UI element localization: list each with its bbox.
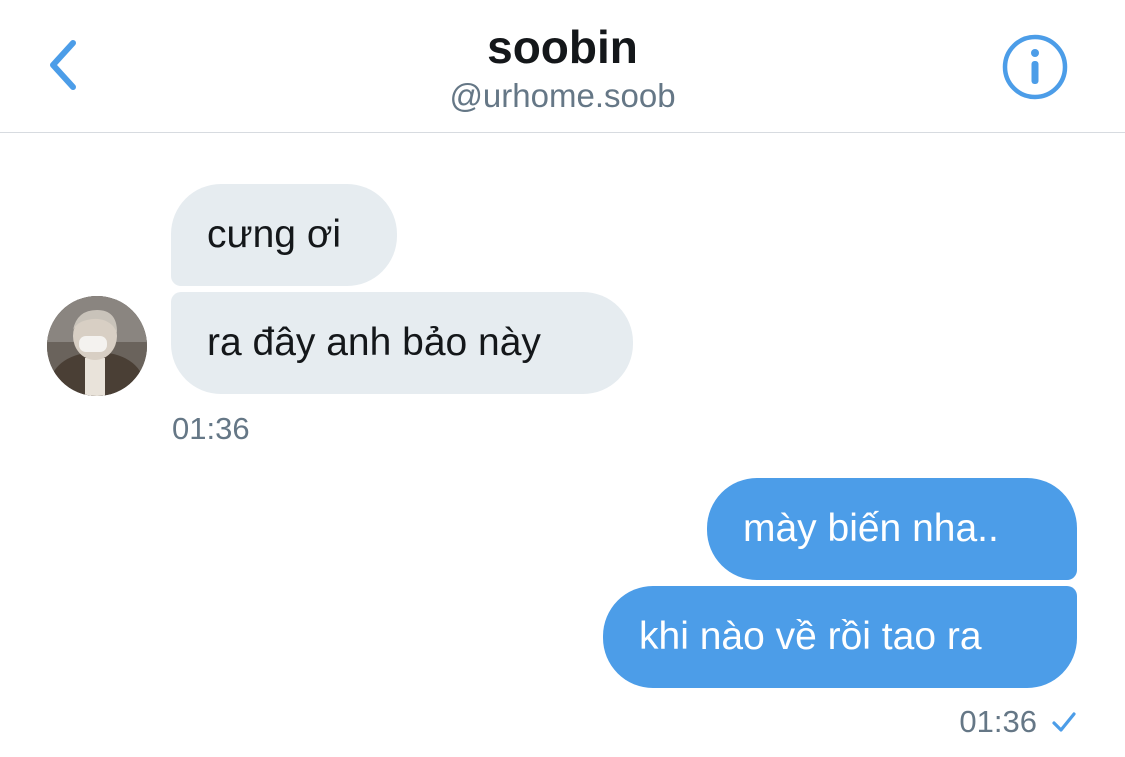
outgoing-message-bubble[interactable]: khi nào về rồi tao ra (603, 586, 1077, 688)
message-text: mày biến nha.. (743, 507, 999, 550)
info-circle-icon (1002, 34, 1068, 105)
check-icon (1051, 709, 1077, 735)
info-button[interactable] (1002, 34, 1068, 105)
incoming-message-bubble[interactable]: ra đây anh bảo này (171, 292, 633, 394)
back-button[interactable] (36, 34, 88, 100)
message-text: khi nào về rồi tao ra (639, 615, 982, 658)
message-text: cưng ơi (207, 213, 342, 256)
avatar[interactable] (47, 296, 147, 396)
message-timestamp: 01:36 (172, 411, 250, 446)
message-text: ra đây anh bảo này (207, 321, 541, 364)
contact-handle: @urhome.soob (449, 77, 676, 114)
incoming-message-bubble[interactable]: cưng ơi (171, 184, 397, 286)
outgoing-message-bubble[interactable]: mày biến nha.. (707, 478, 1077, 580)
conversation-header: soobin @urhome.soob (0, 0, 1125, 133)
contact-name: soobin (487, 21, 638, 73)
message-timestamp: 01:36 (959, 704, 1037, 739)
chevron-left-icon (45, 37, 79, 98)
outgoing-message-meta: 01:36 (959, 704, 1077, 740)
